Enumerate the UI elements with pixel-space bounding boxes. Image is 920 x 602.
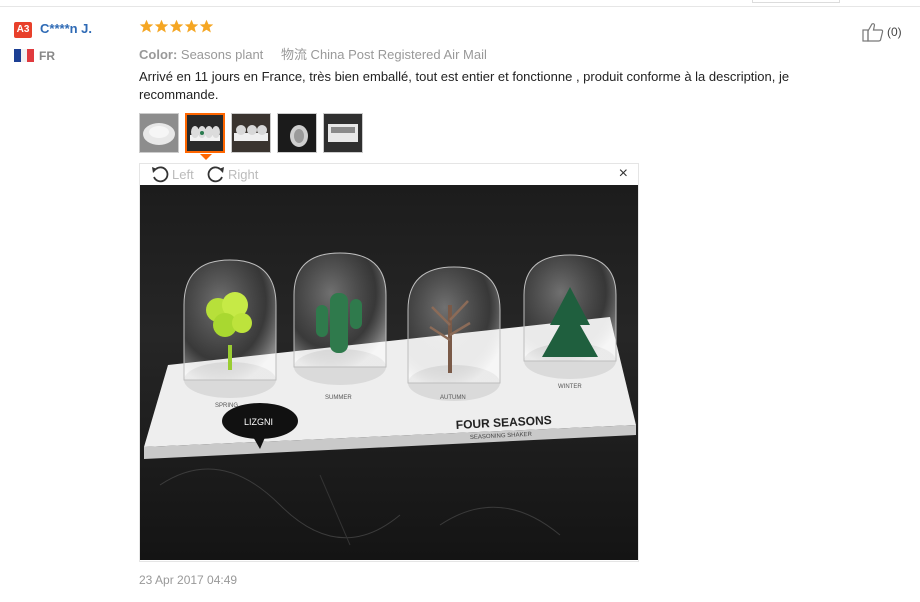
thumbs-up-icon bbox=[862, 23, 884, 42]
shaker-winter bbox=[523, 254, 617, 379]
thumbnail-image bbox=[278, 114, 316, 152]
shaker-spring bbox=[183, 259, 277, 398]
review-text: Arrivé en 11 jours en France, très bien … bbox=[139, 69, 790, 102]
color-value: Seasons plant bbox=[180, 47, 264, 62]
star-icon bbox=[199, 19, 214, 33]
thumbnail-4[interactable] bbox=[277, 113, 317, 153]
rotate-right-button[interactable]: Right bbox=[206, 165, 258, 183]
rotate-left-label: Left bbox=[172, 166, 194, 182]
thumbnail-3[interactable] bbox=[231, 113, 271, 153]
thumbnail-image bbox=[187, 115, 223, 151]
buyer-level-badge: A3 bbox=[14, 22, 32, 38]
france-flag-icon bbox=[14, 49, 35, 62]
top-tab bbox=[752, 0, 840, 3]
thumbnail-image bbox=[324, 114, 362, 152]
season-label-summer: SUMMER bbox=[325, 395, 352, 401]
helpful-button[interactable]: (0) bbox=[862, 22, 902, 42]
reviewer-name: C****n J. bbox=[40, 21, 93, 36]
close-icon[interactable]: × bbox=[619, 165, 628, 183]
star-icon bbox=[139, 19, 154, 33]
thumbnail-image bbox=[232, 114, 270, 152]
review-date: 23 Apr 2017 04:49 bbox=[139, 573, 238, 587]
star-icon bbox=[184, 19, 199, 33]
star-icon bbox=[169, 19, 184, 33]
brand-label: LIZGNI bbox=[244, 417, 273, 427]
rotate-left-button[interactable]: Left bbox=[150, 165, 194, 183]
thumbnail-5[interactable] bbox=[323, 113, 363, 153]
rotate-right-icon bbox=[207, 166, 224, 183]
thumbnail-2[interactable] bbox=[185, 113, 225, 153]
season-label-winter: WINTER bbox=[558, 384, 582, 390]
viewer-toolbar: Left Right × bbox=[140, 164, 638, 185]
reviewer-country: FR bbox=[39, 49, 55, 63]
color-label: Color: bbox=[139, 47, 178, 62]
top-divider bbox=[0, 6, 920, 7]
thumbnail-1[interactable] bbox=[139, 113, 179, 153]
rotate-left-icon bbox=[152, 166, 169, 183]
season-label-autumn: AUTUMN bbox=[440, 395, 466, 401]
thumbnail-image bbox=[140, 114, 178, 152]
order-meta: Color: Seasons plant 物流 China Post Regis… bbox=[139, 44, 487, 63]
shipping-method: 物流 China Post Registered Air Mail bbox=[280, 47, 487, 62]
shaker-summer bbox=[293, 252, 387, 385]
image-viewer: Left Right × SPRING SUMMER AUTUMN WINTER… bbox=[139, 163, 639, 562]
helpful-count: (0) bbox=[887, 25, 902, 39]
active-thumbnail-pointer bbox=[200, 154, 212, 160]
star-rating bbox=[139, 19, 214, 34]
review-thumbnails bbox=[139, 113, 363, 153]
shaker-autumn bbox=[407, 266, 501, 401]
review-photo: SPRING SUMMER AUTUMN WINTER LIZGNI FOUR … bbox=[140, 185, 638, 560]
star-icon bbox=[154, 19, 169, 33]
rotate-right-label: Right bbox=[228, 166, 259, 182]
